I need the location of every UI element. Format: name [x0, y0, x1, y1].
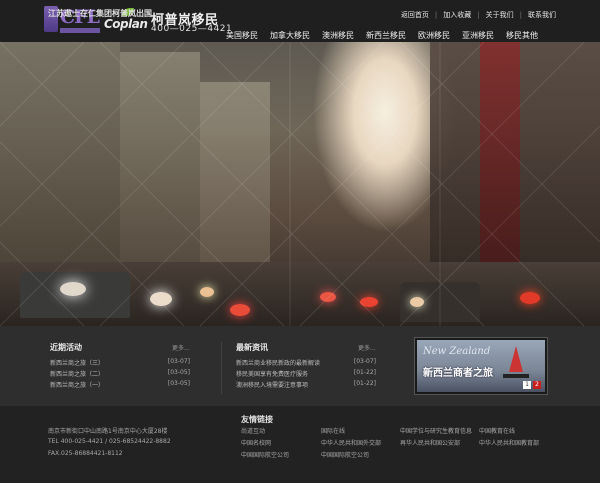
latest-news-list: 新西兰商业移民新政的最新解读 [03-07] 移民美国享有免费医疗服务 [01-…	[236, 358, 376, 391]
slider-pagination: 1 2	[521, 381, 541, 389]
friend-link[interactable]: 中华人民共和国外交部	[321, 438, 381, 447]
main-nav: 美国移民 加拿大移民 澳洲移民 新西兰移民 欧洲移民 亚洲移民 移民其他	[214, 30, 538, 41]
promo-title: 新西兰商者之旅	[423, 368, 493, 379]
friend-link[interactable]: 中国教育在线	[479, 426, 515, 435]
list-item-date: [03-05]	[167, 369, 190, 376]
recent-activities-title: 近期活动	[50, 343, 82, 352]
footer-address: 南京市新街口中山南路1号南京中心大厦28楼	[48, 428, 168, 435]
footer-fax: FAX.025-86884421-8112	[48, 450, 123, 457]
list-item[interactable]: 新西兰商业移民新政的最新解读 [03-07]	[236, 358, 376, 369]
list-item-date: [03-05]	[167, 380, 190, 387]
nav-item-other[interactable]: 移民其他	[506, 30, 538, 41]
promo-slider[interactable]: New Zealand 新西兰商者之旅 1 2	[414, 337, 548, 395]
separator: |	[477, 11, 480, 19]
top-link-home[interactable]: 返回首页	[401, 10, 429, 20]
friend-link[interactable]: 再华人民共和国公安部	[400, 438, 460, 447]
list-item-title[interactable]: 新西兰商之旅（一）	[50, 380, 104, 389]
friend-link[interactable]: 尚道互动	[241, 426, 265, 435]
nav-item-new-zealand[interactable]: 新西兰移民	[366, 30, 406, 41]
separator: |	[519, 11, 522, 19]
sailboat-hull-icon	[503, 374, 529, 378]
friend-link[interactable]: 中国国际航空公司	[241, 450, 289, 459]
latest-news-title: 最新资讯	[236, 343, 268, 352]
promo-script-text: New Zealand	[423, 346, 491, 357]
nav-item-canada[interactable]: 加拿大移民	[270, 30, 310, 41]
footer-company-name: 江苏遨士在仁集团柯普岚出国	[48, 9, 152, 18]
list-item-title[interactable]: 新西兰商之旅（三）	[50, 358, 104, 367]
separator: |	[434, 11, 438, 19]
list-item-date: [01-22]	[353, 380, 376, 387]
friend-link[interactable]: 中华人民共和国教育部	[479, 438, 539, 447]
friend-link[interactable]: 中国名校网	[241, 438, 271, 447]
recent-more-link[interactable]: 更多...	[172, 343, 190, 352]
list-item-title[interactable]: 新西兰商之旅（二）	[50, 369, 104, 378]
nav-item-australia[interactable]: 澳洲移民	[322, 30, 354, 41]
top-link-about[interactable]: 关于我们	[486, 10, 514, 20]
list-item[interactable]: 新西兰商之旅（一） [03-05]	[50, 380, 190, 391]
friend-link[interactable]: 中国国际航空公司	[321, 450, 369, 459]
list-item-date: [03-07]	[353, 358, 376, 365]
list-item-title[interactable]: 澳洲移民入境需要注意事项	[236, 380, 308, 389]
friend-links-title: 友情链接	[241, 415, 273, 424]
nav-item-usa[interactable]: 美国移民	[226, 30, 258, 41]
list-item[interactable]: 移民美国享有免费医疗服务 [01-22]	[236, 369, 376, 380]
footer-tel: TEL 400-025-4421 / 025-68524422-8882	[48, 438, 171, 445]
sailboat-icon	[509, 346, 523, 372]
friend-link[interactable]: 国际在线	[321, 426, 345, 435]
hero-banner-image	[0, 42, 600, 326]
friend-link[interactable]: 中国学位与研究生教育信息	[400, 426, 472, 435]
slider-page-2[interactable]: 2	[533, 381, 541, 389]
list-item[interactable]: 新西兰商之旅（三） [03-07]	[50, 358, 190, 369]
list-item-date: [01-22]	[353, 369, 376, 376]
list-item-date: [03-07]	[167, 358, 190, 365]
list-item[interactable]: 新西兰商之旅（二） [03-05]	[50, 369, 190, 380]
slider-page-1[interactable]: 1	[523, 381, 531, 389]
top-link-favorite[interactable]: 加入收藏	[443, 10, 471, 20]
top-link-contact[interactable]: 联系我们	[528, 10, 556, 20]
list-item-title[interactable]: 新西兰商业移民新政的最新解读	[236, 358, 320, 367]
cfl-logo-subtitle-bar	[60, 28, 100, 33]
nav-item-asia[interactable]: 亚洲移民	[462, 30, 494, 41]
list-item-title[interactable]: 移民美国享有免费医疗服务	[236, 369, 308, 378]
recent-activities-list: 新西兰商之旅（三） [03-07] 新西兰商之旅（二） [03-05] 新西兰商…	[50, 358, 190, 391]
latest-more-link[interactable]: 更多...	[358, 343, 376, 352]
column-divider	[221, 342, 222, 394]
list-item[interactable]: 澳洲移民入境需要注意事项 [01-22]	[236, 380, 376, 391]
nav-item-europe[interactable]: 欧洲移民	[418, 30, 450, 41]
coplan-logo-text: Coplan	[104, 17, 148, 31]
site-header: CFL Coplan 柯普岚移民 400—025—4421 返回首页 | 加入收…	[0, 0, 600, 42]
top-links: 返回首页 | 加入收藏 | 关于我们 | 联系我们	[401, 10, 556, 20]
diagonal-grid-overlay	[0, 42, 600, 326]
